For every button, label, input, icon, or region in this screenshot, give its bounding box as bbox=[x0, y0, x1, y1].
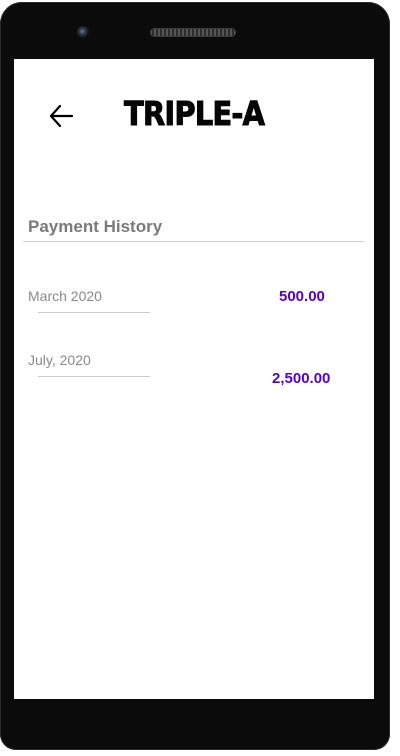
app-title: TRIPLE-A bbox=[124, 94, 266, 134]
app-screen: TRIPLE-A Payment History March 2020 500.… bbox=[14, 59, 374, 699]
payment-date: March 2020 bbox=[28, 288, 102, 304]
section-title: Payment History bbox=[28, 217, 163, 236]
section-divider bbox=[23, 241, 364, 242]
back-button[interactable] bbox=[44, 99, 78, 133]
payment-amount: 2,500.00 bbox=[272, 370, 331, 387]
payment-amount: 500.00 bbox=[279, 288, 325, 305]
payment-date: July, 2020 bbox=[28, 352, 91, 368]
arrow-left-icon bbox=[49, 104, 74, 128]
date-underline bbox=[38, 376, 150, 377]
earpiece-speaker bbox=[150, 28, 236, 37]
phone-frame: TRIPLE-A Payment History March 2020 500.… bbox=[0, 2, 390, 750]
date-underline bbox=[38, 312, 150, 313]
front-camera bbox=[77, 26, 89, 38]
